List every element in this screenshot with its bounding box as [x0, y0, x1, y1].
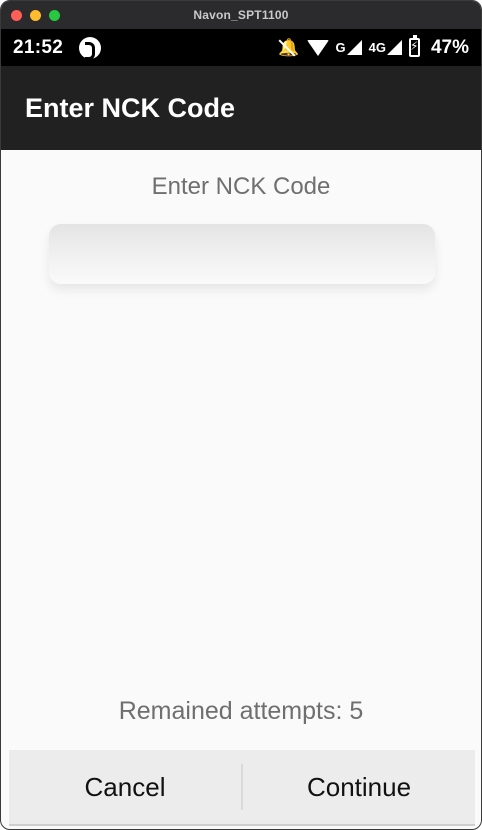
- wifi-icon: [306, 39, 329, 56]
- window-titlebar: Navon_SPT1100: [1, 1, 481, 29]
- app-bar-title: Enter NCK Code: [25, 92, 236, 123]
- network-type-2: 4G: [368, 40, 386, 55]
- nck-prompt-label: Enter NCK Code: [151, 173, 331, 200]
- dialog-button-bar: Cancel Continue: [9, 750, 475, 826]
- signal-strength-icon: [346, 40, 362, 55]
- status-icons: 🔔 G 4G 47%: [278, 35, 469, 59]
- remaining-attempts-text: Remained attempts: 5: [118, 697, 364, 725]
- nck-entry-content: Enter NCK Code Remained attempts: 5: [1, 150, 481, 750]
- continue-button[interactable]: Continue: [243, 750, 475, 824]
- app-bar: Enter NCK Code: [1, 66, 481, 150]
- window-title: Navon_SPT1100: [193, 8, 289, 22]
- minimize-window-button[interactable]: [30, 10, 41, 21]
- window-controls: [11, 10, 60, 21]
- notifications-muted-icon: 🔔: [278, 37, 300, 57]
- app-notification-icon: [79, 36, 102, 60]
- cancel-button[interactable]: Cancel: [9, 750, 241, 824]
- battery-percent: 47%: [430, 36, 469, 58]
- battery-charging-icon: [408, 35, 420, 57]
- close-window-button[interactable]: [11, 10, 22, 21]
- signal-strength-icon: [386, 40, 402, 55]
- cell-signal-2: 4G: [369, 40, 402, 55]
- network-type-1: G: [335, 40, 346, 55]
- android-status-bar: 21:52 🔔 G 4G 47%: [1, 29, 481, 66]
- status-time: 21:52: [13, 36, 64, 58]
- maximize-window-button[interactable]: [49, 10, 60, 21]
- cell-signal-1: G: [336, 40, 362, 55]
- nck-code-input[interactable]: [49, 224, 435, 284]
- emulator-window: Navon_SPT1100 21:52 🔔 G 4G 47% Enter NCK…: [0, 0, 482, 830]
